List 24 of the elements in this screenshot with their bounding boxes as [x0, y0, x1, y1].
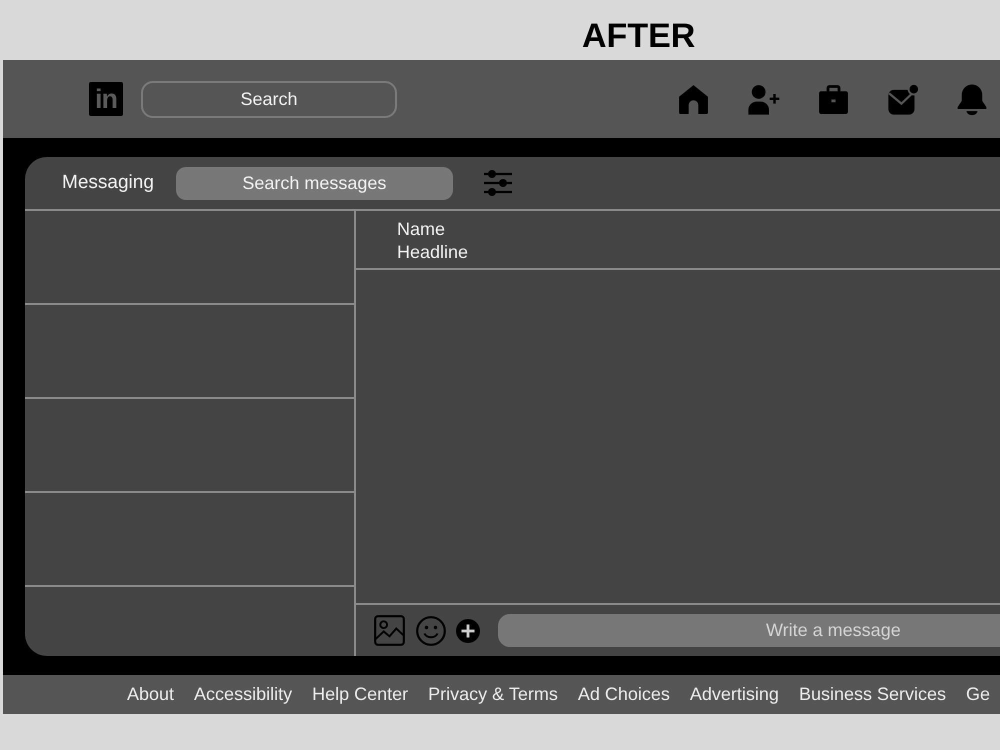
- image-icon[interactable]: [374, 615, 405, 646]
- search-messages-field[interactable]: Search messages: [176, 166, 453, 200]
- bell-icon[interactable]: [957, 82, 987, 116]
- footer-link[interactable]: Business Services: [798, 684, 946, 705]
- footer-link[interactable]: Privacy & Terms: [428, 684, 558, 705]
- home-icon[interactable]: [677, 82, 710, 116]
- footer-link[interactable]: Help Center: [312, 684, 408, 705]
- contact-name: Name: [397, 218, 446, 241]
- message-input[interactable]: Write a message: [498, 614, 1000, 647]
- add-person-icon[interactable]: [747, 82, 780, 116]
- footer-link[interactable]: Ad Choices: [578, 684, 670, 705]
- mail-notification-icon[interactable]: [887, 82, 920, 116]
- plus-icon[interactable]: [456, 618, 480, 642]
- messaging-title: Messaging: [62, 172, 154, 194]
- footer-link[interactable]: Advertising: [690, 684, 779, 705]
- footer-link[interactable]: About: [127, 684, 174, 705]
- filter-icon[interactable]: [482, 168, 513, 198]
- contact-headline: Headline: [397, 241, 468, 264]
- search-field[interactable]: Search: [141, 80, 397, 118]
- smiley-icon[interactable]: [416, 616, 446, 646]
- page-heading: AFTER: [582, 16, 696, 56]
- footer-link[interactable]: Accessibility: [194, 684, 292, 705]
- briefcase-icon[interactable]: [817, 82, 850, 116]
- footer-link[interactable]: Ge: [966, 684, 990, 705]
